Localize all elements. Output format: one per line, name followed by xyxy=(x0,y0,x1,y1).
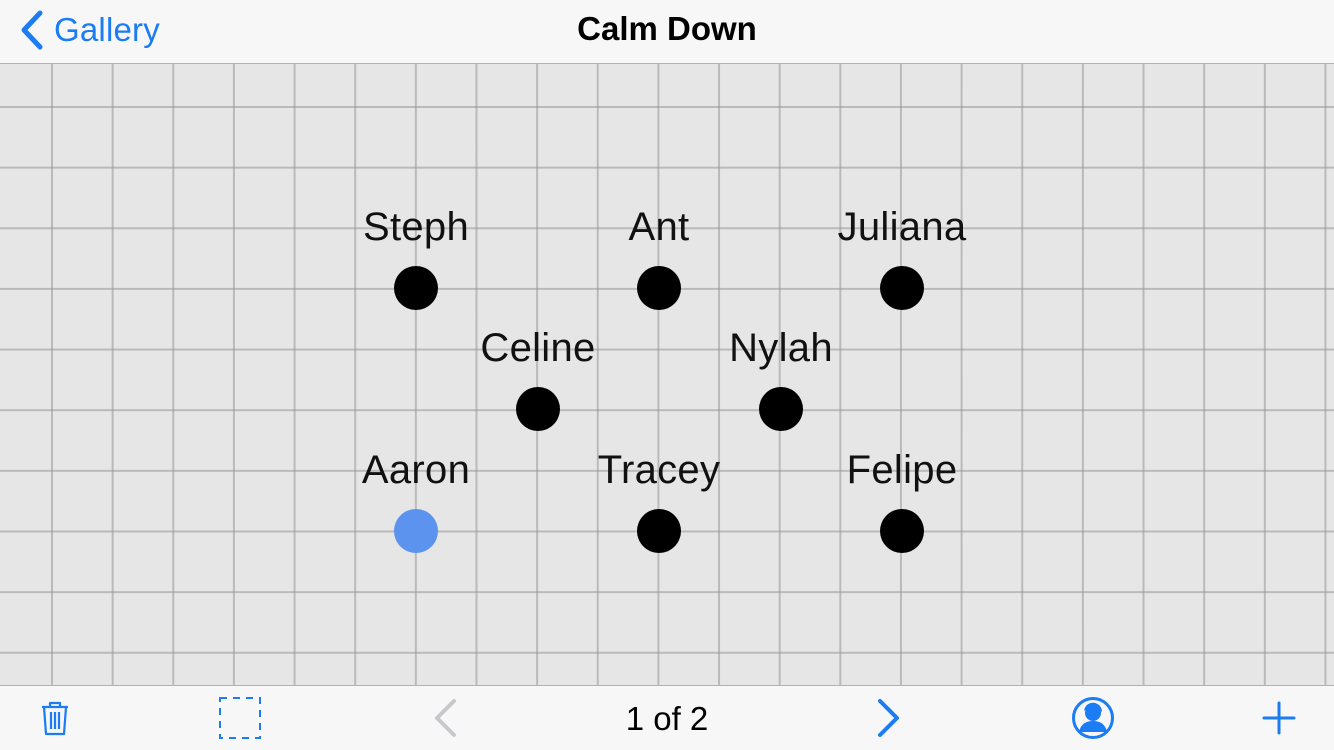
seat-name: Juliana xyxy=(837,205,967,249)
student-profile-button[interactable] xyxy=(1066,686,1120,750)
chevron-left-icon xyxy=(432,698,458,738)
seat-dot[interactable] xyxy=(759,387,803,431)
seat-dot[interactable] xyxy=(516,387,560,431)
add-button[interactable] xyxy=(1254,686,1304,750)
seat-name: Nylah xyxy=(729,326,833,370)
page-title: Calm Down xyxy=(577,10,757,47)
seat-dot[interactable] xyxy=(637,266,681,310)
trash-icon xyxy=(39,699,71,737)
navigation-bar: Gallery Calm Down xyxy=(0,0,1334,64)
next-page-button[interactable] xyxy=(864,686,914,750)
page-indicator: 1 of 2 xyxy=(625,700,709,737)
seat-dot[interactable] xyxy=(394,266,438,310)
delete-button[interactable] xyxy=(30,686,80,750)
chevron-right-icon xyxy=(876,698,902,738)
seat-name: Felipe xyxy=(846,448,958,492)
seating-grid-canvas[interactable]: Steph Ant Juliana Celine Nylah Aaron Tra… xyxy=(0,64,1334,685)
selection-box-icon xyxy=(218,696,262,740)
select-area-button[interactable] xyxy=(215,686,265,750)
app-window: Gallery Calm Down Steph Ant Juliana Celi… xyxy=(0,0,1334,750)
student-profile-icon xyxy=(1071,696,1115,740)
plus-icon xyxy=(1262,701,1296,735)
seat-dot[interactable] xyxy=(637,509,681,553)
seat-dot-selected[interactable] xyxy=(394,509,438,553)
seat-dot[interactable] xyxy=(880,509,924,553)
seat-dot[interactable] xyxy=(880,266,924,310)
previous-page-button[interactable] xyxy=(420,686,470,750)
bottom-toolbar: 1 of 2 xyxy=(0,685,1334,750)
